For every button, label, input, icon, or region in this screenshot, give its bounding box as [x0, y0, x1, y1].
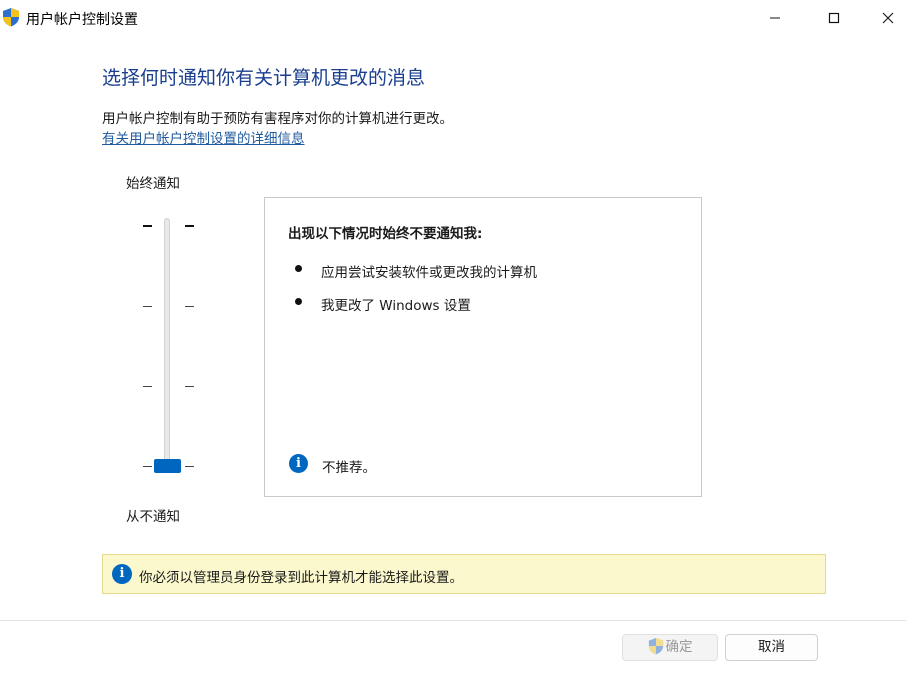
slider-tick [143, 466, 152, 467]
close-icon [882, 12, 894, 24]
panel-bullet-item: 应用尝试安装软件或更改我的计算机 [321, 265, 537, 281]
bullet-icon [295, 298, 302, 305]
cancel-button[interactable]: 取消 [725, 634, 818, 661]
slider-tick [143, 225, 152, 227]
slider-tick [143, 386, 152, 387]
bullet-icon [295, 265, 302, 272]
admin-notice-text: 你必须以管理员身份登录到此计算机才能选择此设置。 [139, 570, 463, 586]
slider-tick [185, 386, 194, 387]
notification-level-slider[interactable] [137, 210, 201, 482]
level-description-panel: 出现以下情况时始终不要通知我: 应用尝试安装软件或更改我的计算机 我更改了 Wi… [264, 197, 702, 497]
panel-heading: 出现以下情况时始终不要通知我: [288, 226, 483, 242]
footer-divider [0, 620, 906, 621]
minimize-icon [770, 17, 780, 19]
recommendation-text: 不推荐。 [322, 460, 376, 476]
slider-thumb[interactable] [154, 459, 181, 473]
minimize-button[interactable] [752, 0, 798, 36]
uac-details-link[interactable]: 有关用户帐户控制设置的详细信息 [102, 127, 305, 147]
admin-notice-bar: i 你必须以管理员身份登录到此计算机才能选择此设置。 [102, 554, 826, 594]
maximize-button[interactable] [811, 0, 857, 36]
window-title: 用户帐户控制设置 [26, 12, 138, 28]
slider-tick [185, 306, 194, 307]
slider-tick [185, 225, 194, 227]
slider-tick [143, 306, 152, 307]
panel-bullet-item: 我更改了 Windows 设置 [321, 298, 471, 314]
page-description: 用户帐户控制有助于预防有害程序对你的计算机进行更改。 [102, 111, 453, 127]
uac-shield-icon [2, 7, 20, 27]
uac-shield-icon [648, 637, 664, 655]
title-bar: 用户帐户控制设置 [0, 0, 906, 36]
info-icon: i [289, 454, 308, 473]
ok-button-label: 确定 [665, 639, 693, 655]
ok-button[interactable]: 确定 [622, 634, 718, 661]
close-button[interactable] [868, 0, 906, 36]
slider-bottom-label: 从不通知 [126, 509, 180, 525]
info-icon: i [112, 564, 132, 584]
slider-top-label: 始终通知 [126, 176, 180, 192]
slider-tick [185, 466, 194, 467]
slider-track[interactable] [164, 218, 170, 468]
page-heading: 选择何时通知你有关计算机更改的消息 [102, 67, 426, 89]
maximize-icon [828, 12, 840, 24]
